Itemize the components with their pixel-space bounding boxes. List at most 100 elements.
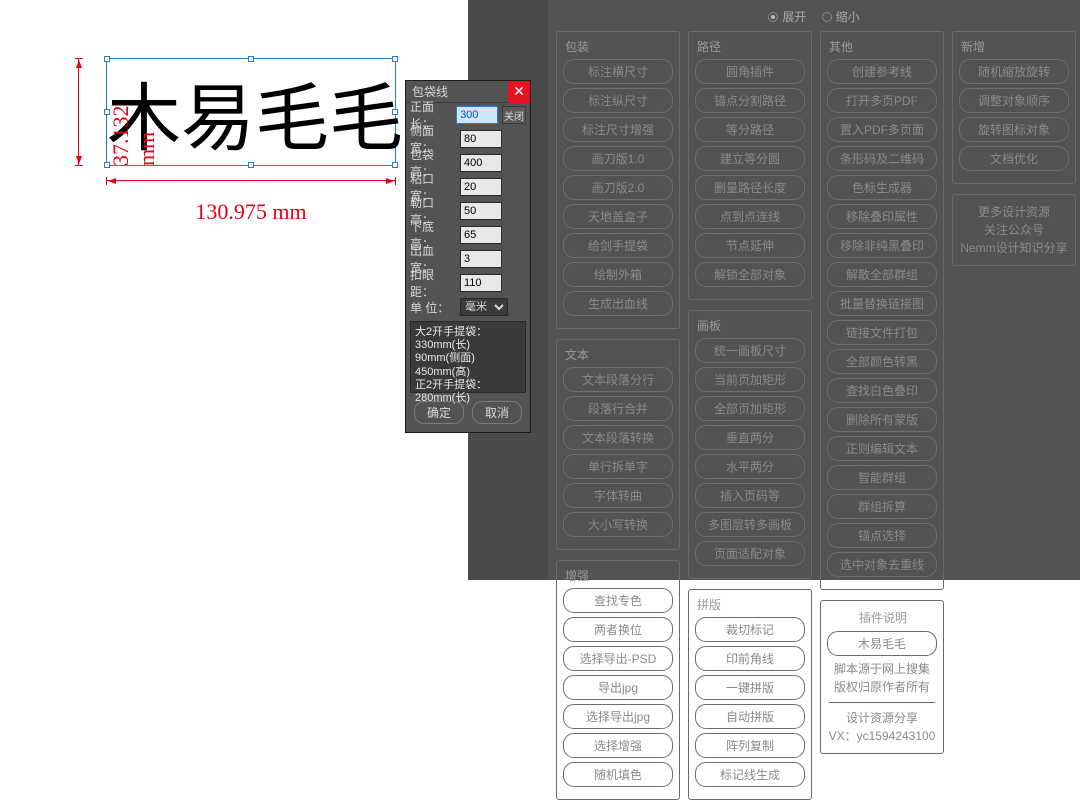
close-aux-button[interactable]: 关闭: [502, 106, 526, 124]
group-other: 其他创建参考线打开多页PDF 置入PDF多页面条形码及二维码色标生成器移除叠印属性…: [820, 31, 944, 590]
plugin-action-button[interactable]: 随机缩放旋转: [959, 59, 1069, 84]
plugin-action-button[interactable]: 等分路径: [695, 117, 805, 142]
group-title: 文本: [563, 346, 673, 363]
bag-height-input[interactable]: [460, 154, 502, 172]
plugin-action-button[interactable]: 节点延伸: [695, 233, 805, 258]
ok-button[interactable]: 确定: [414, 401, 464, 424]
plugin-action-button[interactable]: 查找专色: [563, 588, 673, 613]
bleed-width-input[interactable]: [460, 250, 502, 268]
plugin-action-button[interactable]: 文本段落转换: [563, 425, 673, 450]
resize-handle[interactable]: [392, 56, 398, 62]
plugin-action-button[interactable]: 随机填色: [563, 762, 673, 787]
plugin-action-button[interactable]: 大小写转换: [563, 512, 673, 537]
plugin-action-button[interactable]: 自动拼版: [695, 704, 805, 729]
plugin-action-button[interactable]: 选择导出-PSD: [563, 646, 673, 671]
resize-handle[interactable]: [248, 162, 254, 168]
dimension-horizontal: 130.975 mm: [106, 180, 396, 225]
plugin-action-button[interactable]: 删量路径长度: [695, 175, 805, 200]
close-icon[interactable]: ✕: [508, 81, 530, 103]
unit-label: 单 位：: [410, 299, 456, 316]
plugin-action-button[interactable]: 查找白色叠印: [827, 378, 937, 403]
bottom-height-input[interactable]: [460, 226, 502, 244]
plugin-action-button[interactable]: 选中对象去重线: [827, 552, 937, 577]
plugin-action-button[interactable]: 解锁全部对象: [695, 262, 805, 287]
plugin-action-button[interactable]: 色标生成器: [827, 175, 937, 200]
unit-select[interactable]: 毫米: [460, 298, 508, 316]
plugin-action-button[interactable]: 生成出血线: [563, 291, 673, 316]
group-title: 其他: [827, 38, 937, 55]
resources-box: 更多设计资源 关注公众号 Nemm设计知识分享: [952, 194, 1076, 266]
plugin-action-button[interactable]: 锚点分割路径: [695, 88, 805, 113]
plugin-action-button[interactable]: 阵列复制: [695, 733, 805, 758]
plugin-action-button[interactable]: 条形码及二维码: [827, 146, 937, 171]
plugin-action-button[interactable]: 给剑手提袋: [563, 233, 673, 258]
plugin-action-button[interactable]: 删除所有蒙版: [827, 407, 937, 432]
plugin-action-button[interactable]: 移除叠印属性: [827, 204, 937, 229]
plugin-action-button[interactable]: 建立等分圆: [695, 146, 805, 171]
plugin-action-button[interactable]: 一键拼版: [695, 675, 805, 700]
plugin-action-button[interactable]: 圆角插件: [695, 59, 805, 84]
plugin-action-button[interactable]: 文档优化: [959, 146, 1069, 171]
group-collage: 拼版裁切标记印前角线一键拼版自动拼版阵列复制标记线生成: [688, 589, 812, 800]
group-title: 路径: [695, 38, 805, 55]
front-length-input[interactable]: [456, 106, 498, 124]
plugin-action-button[interactable]: 水平两分: [695, 454, 805, 479]
resize-handle[interactable]: [104, 56, 110, 62]
plugin-action-button[interactable]: 移除非纯黑叠印: [827, 233, 937, 258]
plugin-action-button[interactable]: 置入PDF多页面: [827, 117, 937, 142]
plugin-action-button[interactable]: 打开多页PDF: [827, 88, 937, 113]
group-title: 画板: [695, 317, 805, 334]
field-label: 扣眼距：: [410, 266, 456, 300]
hole-distance-input[interactable]: [460, 274, 502, 292]
plugin-action-button[interactable]: 创建参考线: [827, 59, 937, 84]
plugin-action-button[interactable]: 导出jpg: [563, 675, 673, 700]
plugin-action-button[interactable]: 垂直两分: [695, 425, 805, 450]
cancel-button[interactable]: 取消: [472, 401, 522, 424]
plugin-action-button[interactable]: 印前角线: [695, 646, 805, 671]
plugin-action-button[interactable]: 全部颜色转黑: [827, 349, 937, 374]
plugin-action-button[interactable]: 点到点连线: [695, 204, 805, 229]
plugin-action-button[interactable]: 标注横尺寸: [563, 59, 673, 84]
plugin-action-button[interactable]: 页面适配对象: [695, 541, 805, 566]
glue-width-input[interactable]: [460, 178, 502, 196]
plugin-name-button[interactable]: 木易毛毛: [827, 631, 937, 656]
side-width-input[interactable]: [460, 130, 502, 148]
plugin-action-button[interactable]: 正则编辑文本: [827, 436, 937, 461]
plugin-action-button[interactable]: 画刀版2.0: [563, 175, 673, 200]
plugin-action-button[interactable]: 绘制外箱: [563, 262, 673, 287]
resize-handle[interactable]: [248, 56, 254, 62]
plugin-action-button[interactable]: 标记线生成: [695, 762, 805, 787]
plugin-action-button[interactable]: 裁切标记: [695, 617, 805, 642]
plugin-action-button[interactable]: 全部页加矩形: [695, 396, 805, 421]
resize-handle[interactable]: [392, 109, 398, 115]
plugin-action-button[interactable]: 链接文件打包: [827, 320, 937, 345]
plugin-action-button[interactable]: 调整对象顺序: [959, 88, 1069, 113]
plugin-action-button[interactable]: 智能群组: [827, 465, 937, 490]
plugin-action-button[interactable]: 锚点选择: [827, 523, 937, 548]
plugin-action-button[interactable]: 批量替换链接图: [827, 291, 937, 316]
plugin-action-button[interactable]: 文本段落分行: [563, 367, 673, 392]
resize-handle[interactable]: [392, 162, 398, 168]
plugin-action-button[interactable]: 两者换位: [563, 617, 673, 642]
plugin-action-button[interactable]: 天地盖盒子: [563, 204, 673, 229]
plugin-action-button[interactable]: 段落行合并: [563, 396, 673, 421]
strap-height-input[interactable]: [460, 202, 502, 220]
plugin-action-button[interactable]: 字体转曲: [563, 483, 673, 508]
plugin-action-button[interactable]: 统一画板尺寸: [695, 338, 805, 363]
plugin-action-button[interactable]: 单行拆单字: [563, 454, 673, 479]
plugin-action-button[interactable]: 标注尺寸增强: [563, 117, 673, 142]
plugin-action-button[interactable]: 插入页码等: [695, 483, 805, 508]
plugin-panel: 展开 缩小 包装标注横尺寸标注纵尺寸标注尺寸增强画刀版1.0画刀版2.0天地盖盒…: [548, 0, 1080, 580]
plugin-action-button[interactable]: 多图层转多画板: [695, 512, 805, 537]
plugin-action-button[interactable]: 旋转图标对象: [959, 117, 1069, 142]
group-title: 增强: [563, 567, 673, 584]
plugin-action-button[interactable]: 当前页加矩形: [695, 367, 805, 392]
shrink-radio[interactable]: 缩小: [822, 8, 860, 25]
plugin-action-button[interactable]: 标注纵尺寸: [563, 88, 673, 113]
plugin-action-button[interactable]: 群组拆算: [827, 494, 937, 519]
expand-radio[interactable]: 展开: [768, 8, 806, 25]
plugin-action-button[interactable]: 选择增强: [563, 733, 673, 758]
plugin-action-button[interactable]: 画刀版1.0: [563, 146, 673, 171]
plugin-action-button[interactable]: 解散全部群组: [827, 262, 937, 287]
plugin-action-button[interactable]: 选择导出jpg: [563, 704, 673, 729]
